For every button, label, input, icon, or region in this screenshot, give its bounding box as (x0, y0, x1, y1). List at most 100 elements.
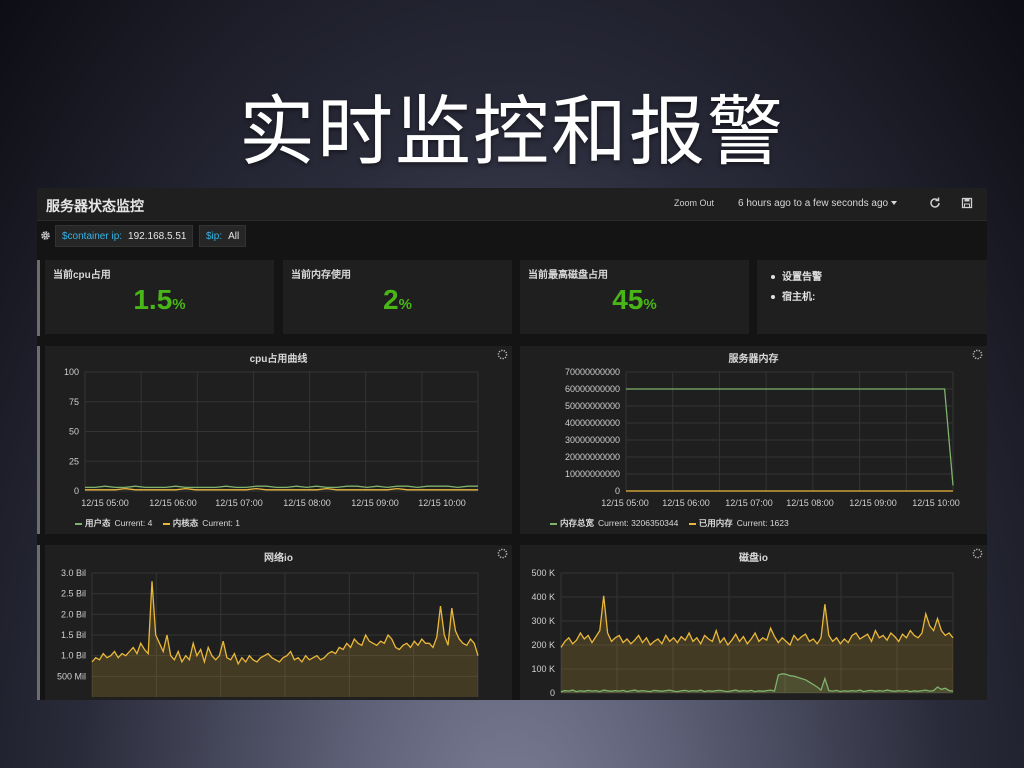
y-tick-label: 100 K (531, 664, 555, 674)
x-tick-label: 12/15 08:00 (786, 498, 834, 508)
graph-panel-memory[interactable]: 服务器内存 70000000000 60000000000 50000000000 4… (520, 346, 987, 534)
variable-value[interactable]: 192.168.5.51 (128, 231, 186, 242)
row-collapse-handle[interactable] (37, 260, 40, 336)
graph-panel-network[interactable]: 网络io 3.0 Bil 2.5 Bil 2.0 Bil 1.5 Bil 1.0 Bil… (45, 545, 512, 700)
legend-swatch (688, 522, 696, 525)
save-icon[interactable] (960, 196, 974, 210)
x-tick-label: 12/15 09:00 (351, 498, 399, 508)
chart-legend: 内存总宽 Current: 3206350344 已用内存 Current: 162… (550, 517, 797, 529)
y-tick-label: 40000000000 (565, 418, 620, 428)
x-tick-label: 12/15 07:00 (725, 498, 773, 508)
y-tick-label: 10000000000 (565, 469, 620, 479)
legend-current: Current: 3206350344 (598, 518, 679, 528)
dashboard-navbar: 服务器状态监控 Zoom Out 6 hours ago to a few se… (37, 188, 987, 221)
legend-current: Current: 4 (114, 518, 153, 528)
panel-title: 当前cpu占用 (53, 270, 111, 281)
x-tick-label: 12/15 10:00 (418, 498, 466, 508)
stat-value: 2 (383, 284, 399, 315)
y-tick-label: 300 K (531, 616, 555, 626)
y-tick-label: 70000000000 (565, 367, 620, 377)
x-tick-label: 12/15 05:00 (601, 498, 649, 508)
variable-ip[interactable]: $ip: All (199, 225, 247, 247)
y-tick-label: 75 (69, 397, 79, 407)
time-range-picker[interactable]: 6 hours ago to a few seconds ago (738, 198, 898, 209)
y-tick-label: 500 K (531, 568, 555, 578)
chart-svg[interactable]: 100 75 50 25 012/15 05:00 12/15 06:00 12/15 07… (45, 346, 512, 534)
stat-panel-cpu[interactable]: 当前cpu占用 1.5% (45, 260, 274, 334)
x-tick-label: 12/15 06:00 (149, 498, 197, 508)
zoom-out-button[interactable]: Zoom Out (674, 198, 714, 208)
gear-icon[interactable] (40, 230, 51, 241)
chart-svg[interactable]: 500 K 400 K 300 K 200 K 100 K 0 (520, 545, 987, 700)
y-tick-label: 0 (550, 688, 555, 698)
y-tick-label: 400 K (531, 592, 555, 602)
legend-series-name[interactable]: 用户态 (85, 518, 111, 528)
series-line (626, 388, 954, 486)
list-item[interactable]: 设置告警 (771, 268, 822, 283)
legend-current: Current: 1 (202, 518, 240, 528)
slide-title: 实时监控和报警 (239, 87, 785, 176)
legend-series-name[interactable]: 内存总宽 (560, 518, 594, 528)
alert-item-label: 设置告警 (782, 272, 822, 283)
y-tick-label: 0 (615, 486, 620, 496)
row-collapse-handle[interactable] (37, 545, 40, 700)
y-tick-label: 2.0 Bil (61, 609, 86, 619)
stat-unit: % (643, 296, 657, 313)
variable-value[interactable]: All (228, 231, 239, 242)
stat-panel-disk[interactable]: 当前最高磁盘占用 45% (520, 260, 749, 334)
graph-panel-cpu[interactable]: cpu占用曲线 100 75 50 25 0 12/15 05:00 12/15 06:00… (45, 346, 512, 534)
series-line (85, 487, 478, 491)
legend-series-name[interactable]: 已用内存 (699, 518, 733, 528)
y-tick-label: 30000000000 (565, 435, 620, 445)
bullet-icon (771, 295, 775, 300)
variable-container-ip[interactable]: $container ip: 192.168.5.51 (55, 225, 194, 247)
legend-swatch (162, 522, 170, 525)
stat-readout: 45% (520, 284, 749, 316)
y-tick-label: 100 (64, 367, 79, 377)
x-tick-label: 12/15 09:00 (849, 498, 897, 508)
panel-title: 当前内存使用 (291, 270, 351, 281)
text-panel-alerts[interactable]: 设置告警 宿主机: (757, 260, 987, 334)
x-tick-label: 12/15 06:00 (662, 498, 710, 508)
stat-unit: % (172, 296, 186, 313)
legend-current: Current: 1623 (736, 518, 789, 528)
alert-list: 设置告警 宿主机: (771, 268, 822, 308)
legend-series-name[interactable]: 内核态 (173, 518, 199, 528)
refresh-icon[interactable] (928, 196, 942, 210)
x-tick-label: 12/15 08:00 (283, 498, 331, 508)
stat-unit: % (398, 296, 412, 313)
variable-label: $container ip: (62, 230, 123, 242)
row-collapse-handle[interactable] (37, 346, 40, 534)
series-area (561, 595, 953, 693)
y-tick-label: 3.0 Bil (61, 568, 86, 578)
chart-svg[interactable]: 3.0 Bil 2.5 Bil 2.0 Bil 1.5 Bil 1.0 Bil 500 M… (45, 545, 512, 700)
y-tick-label: 20000000000 (565, 452, 620, 462)
x-tick-label: 12/15 05:00 (81, 498, 129, 508)
stat-readout: 1.5% (45, 284, 274, 316)
chart-svg[interactable]: 70000000000 60000000000 50000000000 4000000… (520, 346, 987, 534)
y-tick-label: 25 (69, 456, 79, 466)
panel-title: 当前最高磁盘占用 (528, 270, 608, 281)
y-tick-label: 200 K (531, 640, 555, 650)
dashboard-screenshot: 服务器状态监控 Zoom Out 6 hours ago to a few se… (37, 188, 987, 700)
alert-item-label: 宿主机: (782, 292, 816, 303)
y-tick-label: 60000000000 (565, 384, 620, 394)
variable-label: $ip: (206, 230, 223, 242)
y-tick-label: 1.0 Bil (61, 651, 86, 661)
list-item[interactable]: 宿主机: (771, 288, 822, 303)
caret-down-icon (891, 201, 898, 206)
time-range-label: 6 hours ago to a few seconds ago (738, 198, 889, 209)
template-variables-bar: $container ip: 192.168.5.51 $ip: All (37, 222, 987, 250)
y-tick-label: 500 Mil (57, 671, 86, 681)
y-tick-label: 50 (69, 427, 79, 437)
dashboard-title[interactable]: 服务器状态监控 (46, 196, 144, 216)
stat-readout: 2% (283, 284, 512, 316)
legend-swatch (75, 522, 82, 525)
stat-value: 45 (612, 284, 644, 315)
x-tick-label: 12/15 10:00 (912, 498, 960, 508)
y-tick-label: 0 (74, 486, 79, 496)
stat-panel-memory[interactable]: 当前内存使用 2% (283, 260, 512, 334)
y-tick-label: 50000000000 (565, 401, 620, 411)
legend-swatch (550, 522, 557, 525)
graph-panel-disk[interactable]: 磁盘io 500 K 400 K 300 K 200 K 100 K0 (520, 545, 987, 700)
